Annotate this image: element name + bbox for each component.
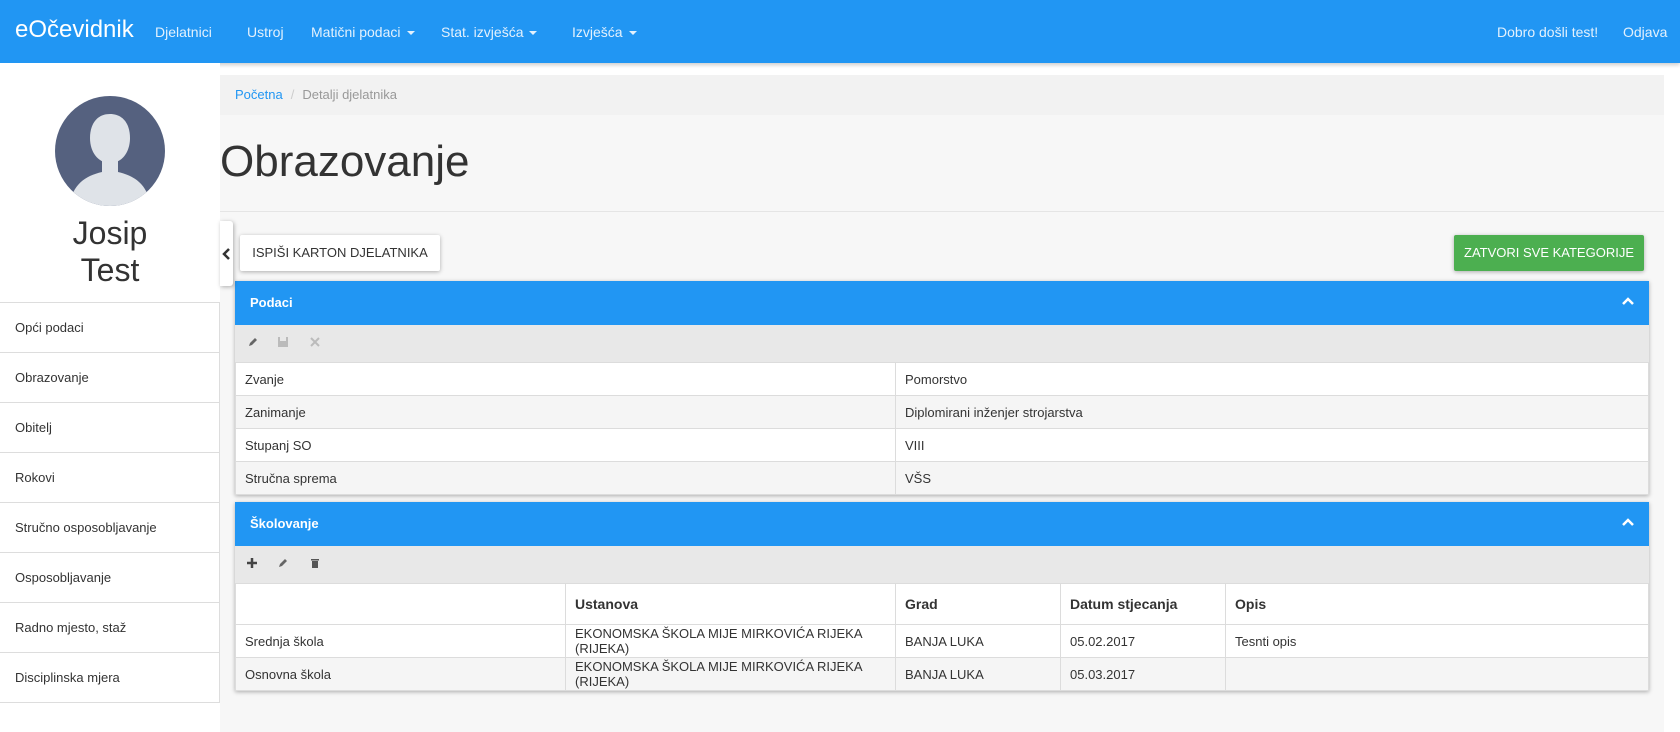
- panel-skolovanje-header[interactable]: Školovanje: [235, 502, 1649, 546]
- cell-datum: 05.03.2017: [1060, 657, 1226, 691]
- caret-down-icon: [529, 31, 538, 36]
- nav-maticni-podaci-label: Matični podaci: [311, 24, 401, 40]
- podaci-value: Diplomirani inženjer strojarstva: [895, 395, 1649, 429]
- breadcrumb-home[interactable]: Početna: [235, 87, 283, 102]
- sidebar: Josip Test Opći podaci Obrazovanje Obite…: [0, 63, 220, 732]
- plus-icon[interactable]: [246, 557, 258, 569]
- panel-podaci-header[interactable]: Podaci: [235, 281, 1649, 325]
- table-header-row: Ustanova Grad Datum stjecanja Opis: [235, 583, 1649, 625]
- welcome-text: Dobro došli test!: [1497, 24, 1599, 40]
- cell-level: Srednja škola: [235, 624, 566, 658]
- panel-skolovanje: Školovanje Ustanova Grad Datum stjecanja…: [235, 502, 1649, 691]
- cell-level: Osnovna škola: [235, 657, 566, 691]
- cell-datum: 05.02.2017: [1060, 624, 1226, 658]
- brand-logo[interactable]: eOčevidnik: [15, 16, 134, 44]
- nav-djelatnici-label: Djelatnici: [155, 24, 212, 40]
- save-icon[interactable]: [277, 336, 289, 348]
- cell-opis: [1225, 657, 1649, 691]
- chevron-up-icon[interactable]: [1622, 517, 1634, 529]
- podaci-label: Stručna sprema: [235, 461, 896, 495]
- skolovanje-table: Ustanova Grad Datum stjecanja Opis Sredn…: [235, 583, 1649, 691]
- nav-izvjesca[interactable]: Izvješća: [572, 24, 637, 40]
- nav-ustroj-label: Ustroj: [247, 24, 284, 40]
- close-icon[interactable]: [309, 336, 321, 348]
- close-all-categories-button[interactable]: ZATVORI SVE KATEGORIJE: [1454, 235, 1644, 271]
- panel-skolovanje-title: Školovanje: [250, 516, 319, 531]
- column-header: [235, 583, 566, 625]
- table-row: Zvanje Pomorstvo: [235, 362, 1649, 396]
- nav-maticni-podaci[interactable]: Matični podaci: [311, 24, 415, 40]
- sidebar-item-strucno-osposobljavanje[interactable]: Stručno osposobljavanje: [0, 503, 220, 553]
- podaci-label: Zvanje: [235, 362, 896, 396]
- divider: [220, 211, 1664, 212]
- table-row[interactable]: Srednja škola EKONOMSKA ŠKOLA MIJE MIRKO…: [235, 624, 1649, 658]
- column-header-ustanova[interactable]: Ustanova: [565, 583, 896, 625]
- user-first-name: Josip: [72, 215, 148, 251]
- cell-ustanova: EKONOMSKA ŠKOLA MIJE MIRKOVIĆA RIJEKA (R…: [565, 657, 896, 691]
- sidebar-item-radno-mjesto[interactable]: Radno mjesto, staž: [0, 603, 220, 653]
- podaci-label: Zanimanje: [235, 395, 896, 429]
- print-card-button[interactable]: ISPIŠI KARTON DJELATNIKA: [240, 235, 440, 271]
- table-row: Zanimanje Diplomirani inženjer strojarstv…: [235, 395, 1649, 429]
- chevron-up-icon[interactable]: [1622, 296, 1634, 308]
- user-last-name: Test: [80, 252, 140, 288]
- nav-stat-izvjesca[interactable]: Stat. izvješća: [441, 24, 538, 40]
- panel-skolovanje-toolbar: [235, 546, 1649, 583]
- podaci-value: VIII: [895, 428, 1649, 462]
- caret-down-icon: [406, 31, 415, 36]
- cell-grad: BANJA LUKA: [895, 624, 1061, 658]
- column-header-grad[interactable]: Grad: [895, 583, 1061, 625]
- podaci-table: Zvanje Pomorstvo Zanimanje Diplomirani inž…: [235, 362, 1649, 495]
- table-row: Stupanj SO VIII: [235, 428, 1649, 462]
- podaci-value: Pomorstvo: [895, 362, 1649, 396]
- cell-grad: BANJA LUKA: [895, 657, 1061, 691]
- nav-izvjesca-label: Izvješća: [572, 24, 623, 40]
- table-row[interactable]: Osnovna škola EKONOMSKA ŠKOLA MIJE MIRKO…: [235, 657, 1649, 691]
- cell-opis: Tesnti opis: [1225, 624, 1649, 658]
- page-title: Obrazovanje: [220, 137, 470, 186]
- podaci-label: Stupanj SO: [235, 428, 896, 462]
- trash-icon[interactable]: [309, 557, 321, 569]
- panel-podaci-toolbar: [235, 325, 1649, 362]
- nav-djelatnici[interactable]: Djelatnici: [155, 24, 212, 40]
- column-header-datum[interactable]: Datum stjecanja: [1060, 583, 1226, 625]
- pencil-icon[interactable]: [277, 557, 289, 569]
- side-menu: Opći podaci Obrazovanje Obitelj Rokovi S…: [0, 302, 220, 703]
- top-navbar: eOčevidnik Djelatnici Ustroj Matični pod…: [0, 0, 1680, 63]
- pencil-icon[interactable]: [247, 336, 259, 348]
- avatar: [55, 96, 165, 206]
- table-row: Stručna sprema VŠS: [235, 461, 1649, 495]
- main-content: Početna / Detalji djelatnika Obrazovanje I…: [220, 75, 1664, 732]
- user-name: Josip Test: [0, 215, 220, 289]
- nav-stat-izvjesca-label: Stat. izvješća: [441, 24, 524, 40]
- sidebar-collapse-button[interactable]: [220, 221, 233, 286]
- caret-down-icon: [628, 31, 637, 36]
- panel-podaci: Podaci Zvanje Pomorstvo Zanimanje Diplomir…: [235, 281, 1649, 495]
- sidebar-item-obitelj[interactable]: Obitelj: [0, 403, 220, 453]
- breadcrumb-separator: /: [290, 87, 295, 102]
- sidebar-item-disciplinska-mjera[interactable]: Disciplinska mjera: [0, 653, 220, 703]
- sidebar-item-opci-podaci[interactable]: Opći podaci: [0, 303, 220, 353]
- nav-ustroj[interactable]: Ustroj: [247, 24, 284, 40]
- column-header-opis[interactable]: Opis: [1225, 583, 1649, 625]
- breadcrumb-current: Detalji djelatnika: [302, 87, 397, 102]
- breadcrumb: Početna / Detalji djelatnika: [220, 75, 1664, 115]
- cell-ustanova: EKONOMSKA ŠKOLA MIJE MIRKOVIĆA RIJEKA (R…: [565, 624, 896, 658]
- sidebar-item-rokovi[interactable]: Rokovi: [0, 453, 220, 503]
- user-silhouette-icon: [69, 114, 151, 206]
- chevron-left-icon: [222, 248, 230, 260]
- sidebar-item-osposobljavanje[interactable]: Osposobljavanje: [0, 553, 220, 603]
- podaci-value: VŠS: [895, 461, 1649, 495]
- panel-podaci-title: Podaci: [250, 295, 293, 310]
- logout-link[interactable]: Odjava: [1623, 24, 1667, 40]
- sidebar-item-obrazovanje[interactable]: Obrazovanje: [0, 353, 220, 403]
